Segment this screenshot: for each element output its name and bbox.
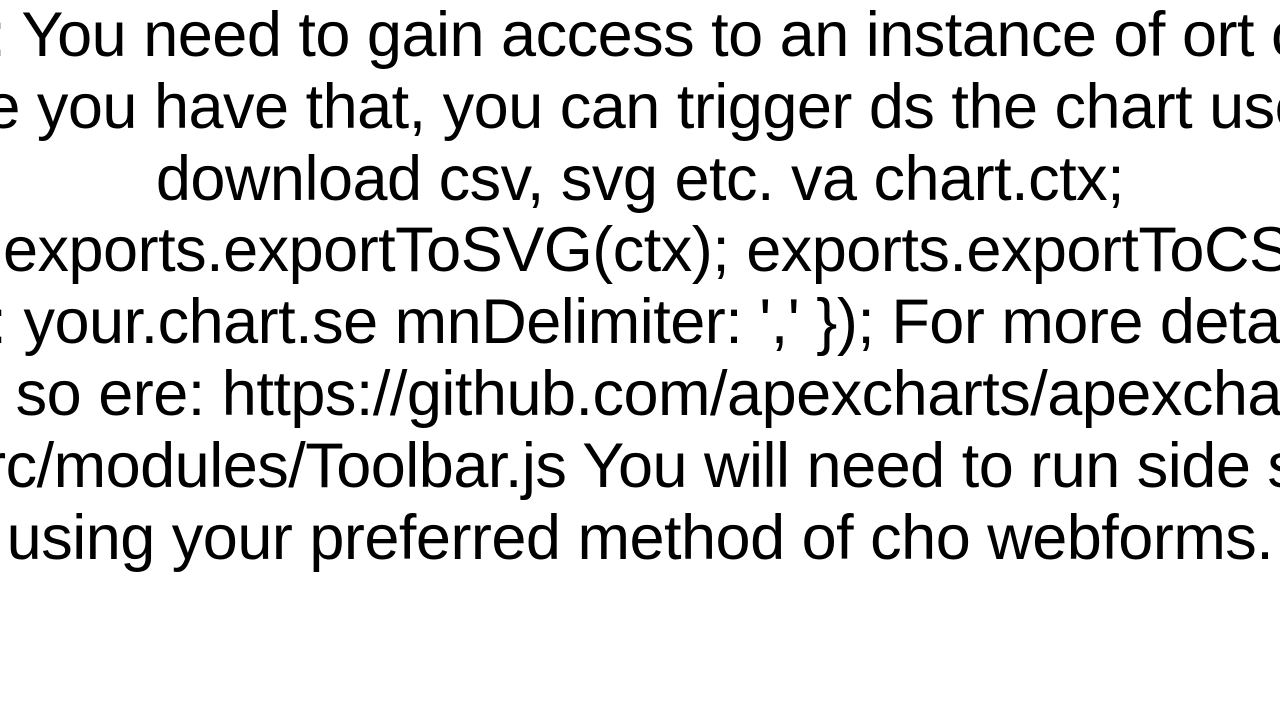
answer-body-text: ver 1: You need to gain access to an ins… bbox=[0, 0, 1280, 575]
